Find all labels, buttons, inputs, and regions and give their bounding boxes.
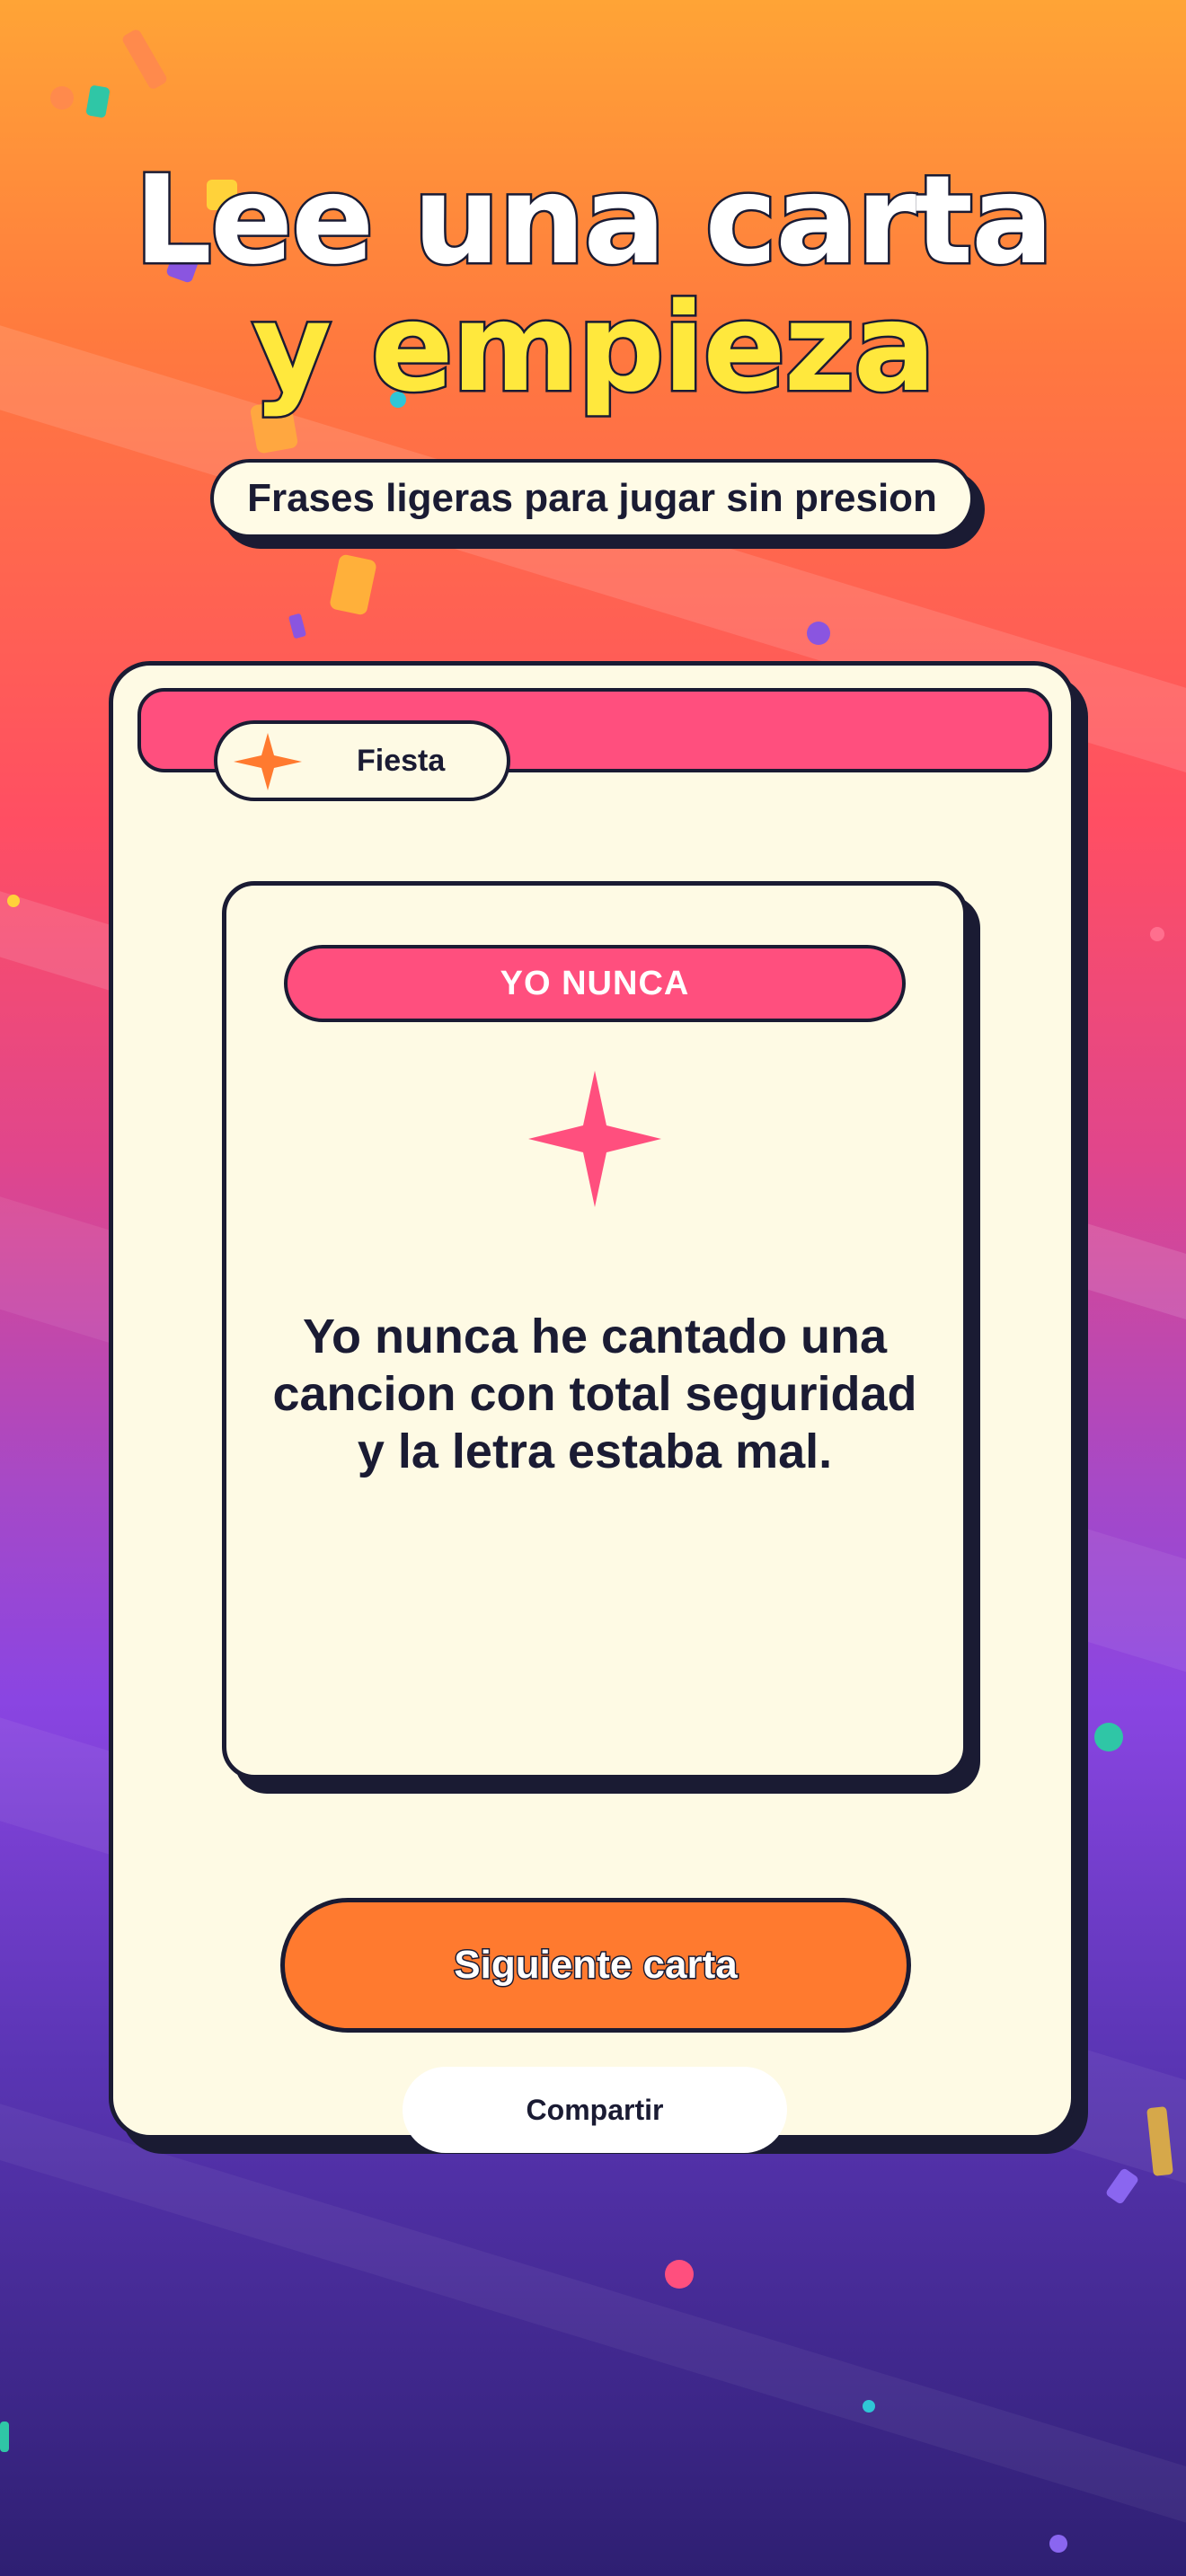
confetti-piece [7,895,20,907]
confetti-piece [1150,927,1164,941]
next-card-button[interactable]: Siguiente carta [280,1898,911,2033]
confetti-piece [288,613,307,640]
confetti-piece [863,2400,875,2413]
prompt-text: Yo nunca he cantado una cancion con tota… [272,1310,917,1478]
four-point-star-icon [528,1071,661,1207]
confetti-piece [50,86,74,110]
prompt-card: YO NUNCA Yo nunca he cantado una cancion… [222,881,968,1779]
confetti-piece [807,622,830,645]
category-pill: Fiesta [214,720,510,801]
headline-line-2: y empieza [250,278,938,419]
subtitle-pill: Frases ligeras para jugar sin presion [210,459,974,538]
main-card: Fiesta YO NUNCA Yo nunca he cantado una … [109,661,1075,2153]
confetti-piece [120,28,169,91]
screen-background: Lee una carta y empieza Frases ligeras p… [0,0,1186,2576]
confetti-piece [1094,1723,1123,1751]
confetti-piece [329,553,377,616]
confetti-piece [85,84,111,119]
confetti-piece [665,2260,694,2289]
confetti-piece [1049,2535,1067,2553]
four-point-star-icon [234,733,302,790]
headline-line-1: Lee una carta [132,150,1057,292]
category-label: Fiesta [357,744,446,778]
card-type-badge: YO NUNCA [284,945,906,1022]
confetti-piece [0,2422,9,2452]
confetti-piece [1104,2166,1140,2206]
share-button[interactable]: Compartir [403,2067,787,2153]
